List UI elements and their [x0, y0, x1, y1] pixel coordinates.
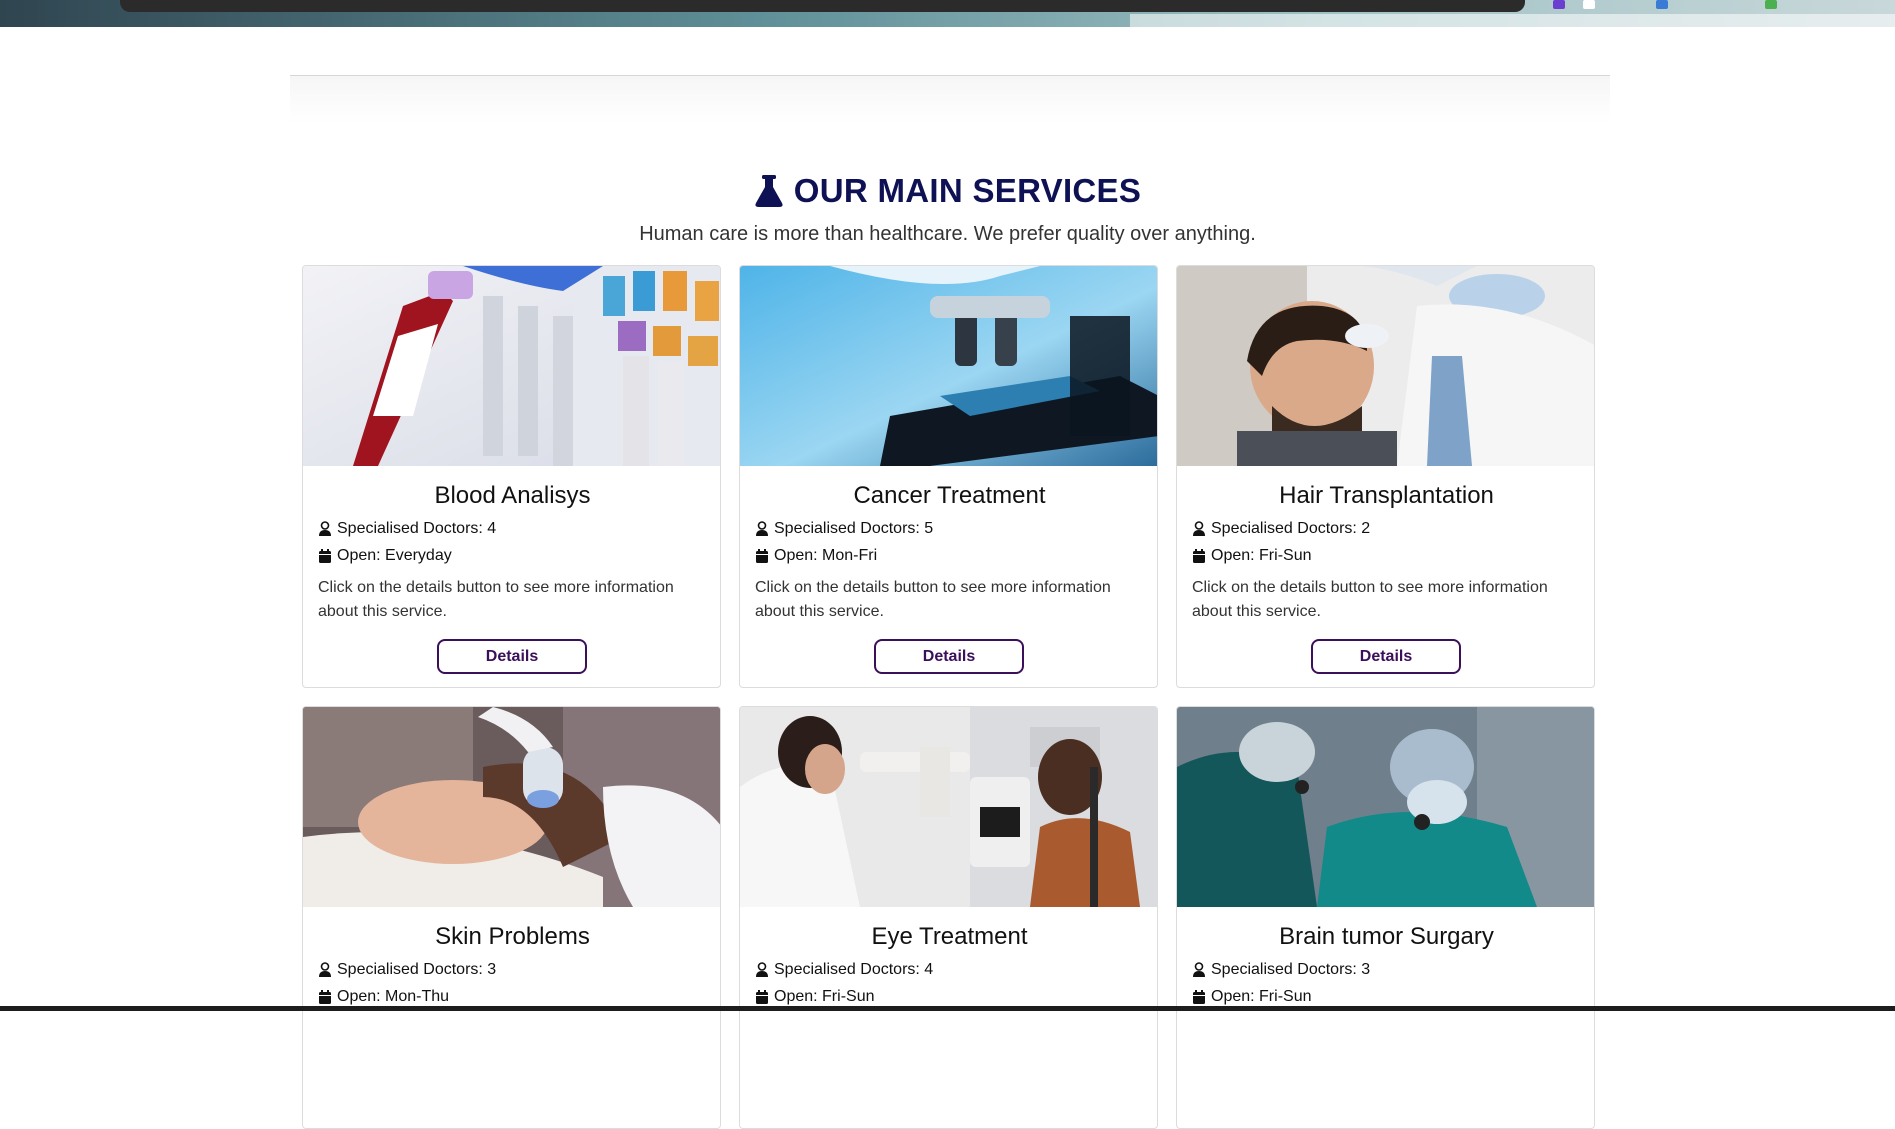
section-title-text: OUR MAIN SERVICES [793, 172, 1142, 209]
open-info: Open: Fri-Sun [1192, 988, 1311, 1006]
blood-sample-image [303, 266, 720, 466]
card-description: Click on the details button to see more … [1192, 579, 1548, 620]
doctors-count: Specialised Doctors: 4 [774, 961, 934, 978]
service-card: Hair Transplantation Specialised Doctors… [1176, 265, 1595, 688]
user-doctor-icon [756, 521, 768, 536]
user-doctor-icon [756, 962, 768, 977]
open-days: Open: Fri-Sun [774, 988, 875, 1005]
open-days: Open: Fri-Sun [1211, 988, 1312, 1005]
browser-top-strip [0, 0, 1895, 27]
doctors-count: Specialised Doctors: 3 [1211, 961, 1371, 978]
card-title: Brain tumor Surgary [1279, 923, 1494, 950]
eye-exam-image [740, 707, 1157, 907]
open-days: Open: Mon-Thu [337, 988, 450, 1005]
calendar-icon [1193, 989, 1205, 1004]
open-info: Open: Mon-Thu [318, 988, 449, 1006]
calendar-icon [1193, 548, 1205, 563]
open-days: Open: Everyday [337, 547, 452, 564]
details-button[interactable]: Details [1311, 639, 1461, 674]
calendar-icon [319, 548, 331, 563]
card-title: Blood Analisys [434, 482, 591, 509]
card-title: Hair Transplantation [1279, 482, 1494, 509]
user-doctor-icon [319, 962, 331, 977]
section-header: OUR MAIN SERVICES [0, 172, 1895, 213]
microscope-image [740, 266, 1157, 466]
calendar-icon [756, 548, 768, 563]
open-days: Open: Fri-Sun [1211, 547, 1312, 564]
card-title: Eye Treatment [871, 923, 1028, 950]
browser-bookmark-strip [1130, 14, 1895, 27]
section-title: OUR MAIN SERVICES [754, 172, 1141, 210]
doctors-info: Specialised Doctors: 3 [1192, 961, 1370, 979]
user-doctor-icon [1193, 962, 1205, 977]
card-description: Click on the details button to see more … [755, 579, 1111, 620]
doctors-info: Specialised Doctors: 4 [318, 520, 496, 538]
service-card: Eye Treatment Specialised Doctors: 4 Ope… [739, 706, 1158, 1129]
doctors-info: Specialised Doctors: 3 [318, 961, 496, 979]
service-card: Skin Problems Specialised Doctors: 3 Ope… [302, 706, 721, 1129]
card-description: Click on the details button to see more … [318, 579, 674, 620]
browser-address-bar[interactable] [120, 0, 1525, 12]
open-info: Open: Fri-Sun [755, 988, 874, 1006]
extension-icon[interactable] [1553, 0, 1565, 9]
hair-transplant-image [1177, 266, 1594, 466]
doctors-count: Specialised Doctors: 4 [337, 520, 497, 537]
extension-icon[interactable] [1583, 0, 1595, 9]
open-days: Open: Mon-Fri [774, 547, 878, 564]
calendar-icon [319, 989, 331, 1004]
service-card: Brain tumor Surgary Specialised Doctors:… [1176, 706, 1595, 1129]
details-button[interactable]: Details [874, 639, 1024, 674]
extension-icon[interactable] [1656, 0, 1668, 9]
doctors-info: Specialised Doctors: 5 [755, 520, 933, 538]
service-card: Cancer Treatment Specialised Doctors: 5 … [739, 265, 1158, 688]
open-info: Open: Everyday [318, 547, 452, 565]
card-title: Cancer Treatment [853, 482, 1046, 509]
user-doctor-icon [1193, 521, 1205, 536]
details-button[interactable]: Details [437, 639, 587, 674]
surgery-image [1177, 707, 1594, 907]
service-card: Blood Analisys Specialised Doctors: 4 Op… [302, 265, 721, 688]
skin-treatment-image [303, 707, 720, 907]
user-doctor-icon [319, 521, 331, 536]
card-title: Skin Problems [435, 923, 590, 950]
header-shadow [290, 76, 1610, 124]
open-info: Open: Fri-Sun [1192, 547, 1311, 565]
doctors-info: Specialised Doctors: 4 [755, 961, 933, 979]
open-info: Open: Mon-Fri [755, 547, 877, 565]
doctors-count: Specialised Doctors: 2 [1211, 520, 1371, 537]
doctors-count: Specialised Doctors: 3 [337, 961, 497, 978]
section-subtitle: Human care is more than healthcare. We p… [639, 223, 1256, 245]
calendar-icon [756, 989, 768, 1004]
doctors-info: Specialised Doctors: 2 [1192, 520, 1370, 538]
window-bottom-edge [0, 1006, 1895, 1011]
doctors-count: Specialised Doctors: 5 [774, 520, 934, 537]
extension-icon[interactable] [1765, 0, 1777, 9]
flask-icon [755, 175, 783, 207]
